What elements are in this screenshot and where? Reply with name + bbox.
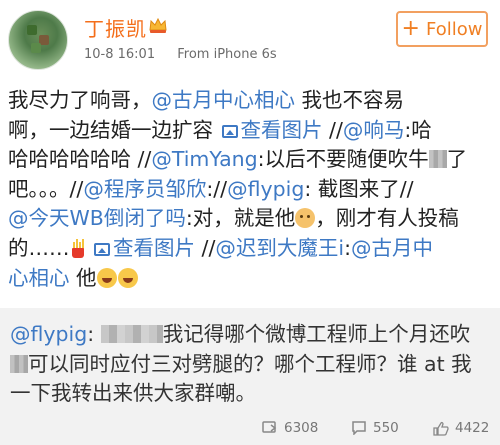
text-segment: 我尽力了响哥， xyxy=(8,88,152,112)
text-segment: :对，就是他 xyxy=(185,206,296,231)
fries-emoji-icon xyxy=(70,238,86,258)
text-segment: 的…… xyxy=(8,235,70,260)
text-line: @今天WB倒闭了吗:对，就是他 ，刚才有人投稿 xyxy=(8,204,496,234)
repost-icon xyxy=(262,421,277,433)
comment-action[interactable]: 550 xyxy=(351,420,399,436)
mention-link[interactable]: @古月中心相心 xyxy=(152,88,296,112)
text-segment: :哈 xyxy=(404,117,432,142)
laugh-emoji-icon xyxy=(117,267,138,288)
dog-emoji-icon xyxy=(295,208,316,229)
post-meta: 10-8 16:01 From iPhone 6s xyxy=(84,47,277,62)
mention-link[interactable]: 心相心 xyxy=(8,266,70,290)
text-segment: 可以同时应付三对劈腿的？哪个工程师？谁 at 我 xyxy=(28,351,472,376)
retweet-text: @flypig: 我记得哪个微博工程师上个月还吹 可以同时应付三对劈腿的？哪个工程… xyxy=(10,320,490,409)
text-segment: // xyxy=(195,235,216,260)
text-segment: :// xyxy=(206,176,228,201)
text-segment: 我记得哪个微博工程师上个月还吹 xyxy=(162,322,471,346)
mention-link[interactable]: @TimYang xyxy=(151,147,257,171)
text-line: 我尽力了响哥，@古月中心相心 我也不容易 xyxy=(8,86,496,116)
post-header: 丁振凯 10-8 16:01 From iPhone 6s + Follow xyxy=(0,0,500,75)
text-segment: : xyxy=(87,322,101,346)
repost-action[interactable]: 6308 xyxy=(262,420,318,436)
avatar-detail xyxy=(27,25,37,35)
text-line: 啊，一边结婚一边扩容 查看图片 //@响马:哈 xyxy=(8,116,496,146)
text-segment: 了 xyxy=(446,147,468,172)
crown-icon xyxy=(149,17,167,33)
text-segment: : xyxy=(344,235,351,260)
post-body: 我尽力了响哥，@古月中心相心 我也不容易 啊，一边结婚一边扩容 查看图片 //@响… xyxy=(8,86,496,293)
mention-link[interactable]: @迟到大魔王i xyxy=(215,236,344,260)
retweet-box[interactable]: @flypig: 我记得哪个微博工程师上个月还吹 可以同时应付三对劈腿的？哪个工程… xyxy=(0,308,500,412)
weibo-post-card: 丁振凯 10-8 16:01 From iPhone 6s + Follow 我… xyxy=(0,0,500,445)
like-action[interactable]: 4422 xyxy=(433,420,489,436)
pixelated-censor xyxy=(428,150,447,169)
mention-link[interactable]: @flypig xyxy=(10,322,87,346)
text-segment: 他 xyxy=(69,265,97,290)
text-segment: // xyxy=(322,117,343,142)
text-line: 心相心 他 xyxy=(8,264,496,294)
laugh-emoji-icon xyxy=(96,267,117,288)
view-image-label: 查看图片 xyxy=(113,235,196,260)
thumbs-up-icon xyxy=(433,421,449,436)
comment-icon xyxy=(352,421,366,435)
text-segment: ，刚才有人投稿 xyxy=(315,206,459,231)
view-image-link[interactable]: 查看图片 xyxy=(220,118,323,142)
text-segment: 吧。。。// xyxy=(8,176,84,201)
plus-icon: + xyxy=(401,16,420,41)
pixelated-censor xyxy=(10,354,28,373)
fries-box xyxy=(71,247,84,258)
text-segment: 啊，一边结婚一边扩容 xyxy=(8,117,220,142)
like-count: 4422 xyxy=(455,420,490,436)
mention-link[interactable]: @古月中 xyxy=(351,236,433,260)
post-time: 10-8 16:01 xyxy=(84,47,156,62)
text-segment: :以后不要随便吹牛 xyxy=(257,147,429,172)
pixelated-censor xyxy=(100,325,163,343)
picture-icon xyxy=(221,124,238,138)
text-segment: : 截图来了// xyxy=(304,176,414,201)
view-image-link[interactable]: 查看图片 xyxy=(92,236,195,260)
follow-button[interactable]: + Follow xyxy=(396,11,488,47)
view-image-label: 查看图片 xyxy=(240,117,323,142)
picture-icon xyxy=(94,242,111,256)
text-line: 的…… 查看图片 //@迟到大魔王i:@古月中 xyxy=(8,234,496,264)
text-line: 一下我转出来供大家群嘲。 xyxy=(10,379,490,409)
username[interactable]: 丁振凯 xyxy=(84,13,147,42)
action-bar: 6308 550 4422 xyxy=(0,412,500,445)
text-segment: 一下我转出来供大家群嘲。 xyxy=(10,381,256,406)
post-source: From iPhone 6s xyxy=(177,47,277,62)
mention-link[interactable]: @flypig xyxy=(227,177,304,201)
text-line: 吧。。。//@程序员邹欣://@flypig: 截图来了// xyxy=(8,175,496,205)
mention-link[interactable]: @响马 xyxy=(343,118,405,142)
text-line: @flypig: 我记得哪个微博工程师上个月还吹 xyxy=(10,320,490,350)
avatar[interactable] xyxy=(8,10,68,70)
comment-count: 550 xyxy=(373,420,399,436)
text-segment: 我也不容易 xyxy=(295,88,405,112)
follow-button-label: Follow xyxy=(425,18,483,40)
text-line: 哈哈哈哈哈哈 //@TimYang:以后不要随便吹牛了 xyxy=(8,145,496,175)
mention-link[interactable]: @今天WB倒闭了吗 xyxy=(8,206,186,230)
repost-count: 6308 xyxy=(284,420,319,436)
text-segment: 哈哈哈哈哈哈 // xyxy=(8,147,152,172)
text-line: 可以同时应付三对劈腿的？哪个工程师？谁 at 我 xyxy=(10,350,490,380)
avatar-detail xyxy=(31,43,41,53)
mention-link[interactable]: @程序员邹欣 xyxy=(83,177,206,201)
